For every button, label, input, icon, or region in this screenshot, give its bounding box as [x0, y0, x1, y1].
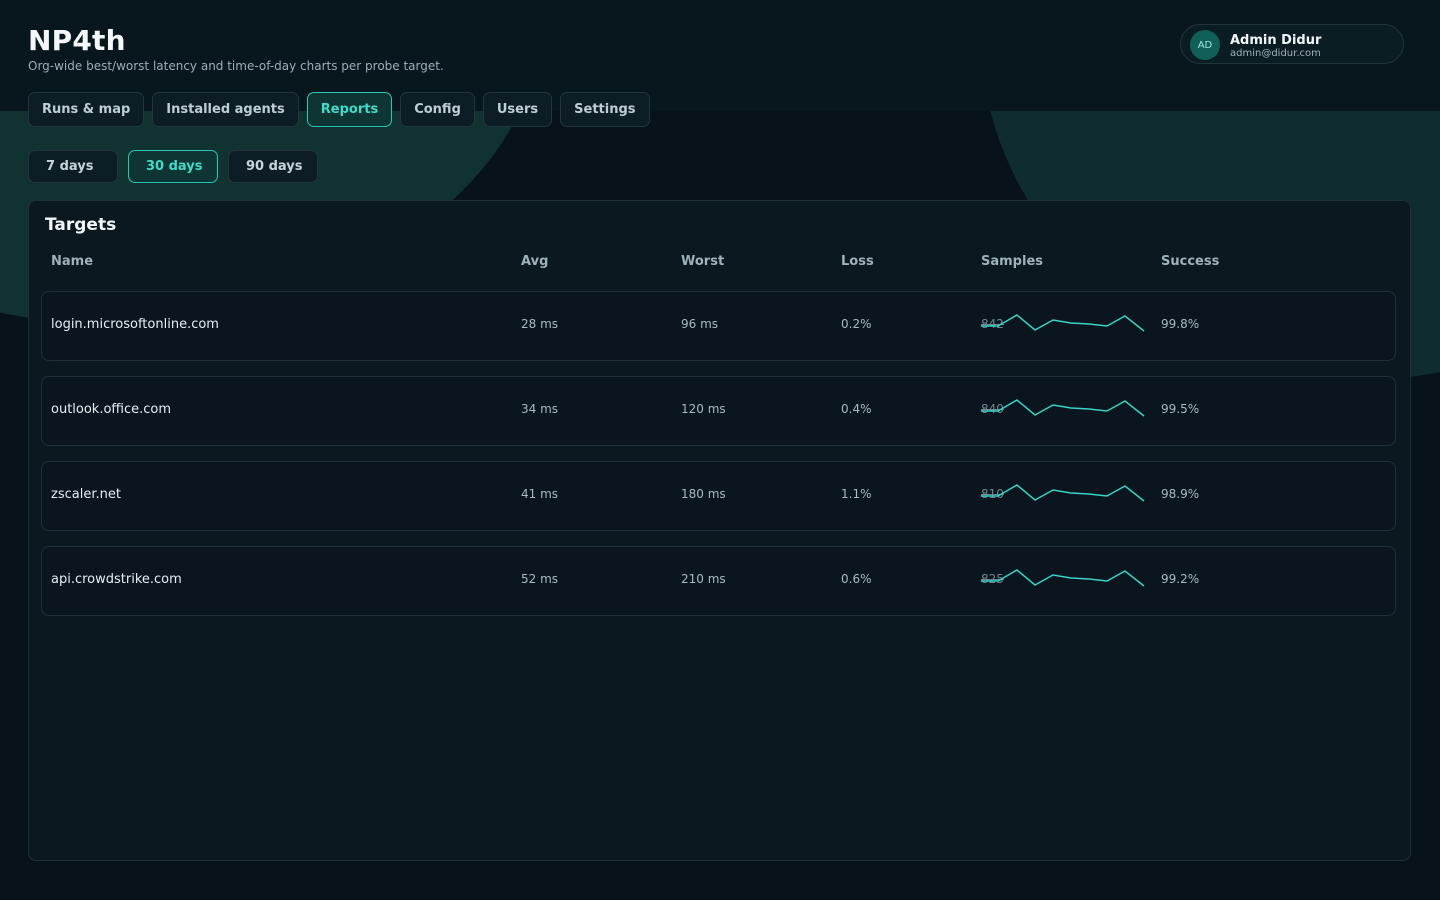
worst-latency: 96 ms [681, 317, 719, 331]
date-range-selector: 7 days 30 days 90 days [28, 150, 318, 183]
range-30-days-button[interactable]: 30 days [128, 150, 218, 183]
user-name: Admin Didur [1230, 33, 1322, 48]
avg-latency: 34 ms [521, 402, 559, 416]
avatar: AD [1190, 30, 1220, 60]
column-header-loss: Loss [841, 254, 874, 269]
sparkline-icon [981, 484, 1145, 502]
targets-title: Targets [45, 215, 117, 235]
user-email: admin@didur.com [1230, 48, 1321, 59]
column-header-samples: Samples [981, 254, 1043, 269]
tab-installed-agents[interactable]: Installed agents [152, 92, 299, 127]
packet-loss: 0.4% [841, 402, 872, 416]
success-rate: 98.9% [1161, 487, 1200, 501]
target-name: api.crowdstrike.com [51, 572, 182, 587]
targets-list: login.microsoftonline.com 28 ms 96 ms 0.… [41, 291, 1396, 631]
samples-cell: 825 [981, 566, 1151, 596]
tab-reports[interactable]: Reports [306, 92, 393, 127]
user-profile-button[interactable]: AD Admin Didur admin@didur.com [1180, 24, 1404, 64]
success-rate: 99.8% [1161, 317, 1200, 331]
sparkline-icon [981, 314, 1145, 332]
sparkline-icon [981, 399, 1145, 417]
success-rate: 99.2% [1161, 572, 1200, 586]
table-row[interactable]: api.crowdstrike.com 52 ms 210 ms 0.6% 82… [41, 546, 1396, 616]
target-name: outlook.office.com [51, 402, 172, 417]
tab-runs-map[interactable]: Runs & map [28, 92, 145, 127]
target-name: login.microsoftonline.com [51, 317, 219, 332]
column-header-avg: Avg [521, 254, 549, 269]
worst-latency: 210 ms [681, 572, 726, 586]
range-90-days-button[interactable]: 90 days [228, 150, 318, 183]
avg-latency: 52 ms [521, 572, 559, 586]
tab-config[interactable]: Config [400, 92, 475, 127]
column-header-name: Name [51, 254, 94, 269]
target-name: zscaler.net [51, 487, 121, 502]
reports-page: NP4th Org-wide best/worst latency and ti… [0, 0, 1440, 900]
samples-cell: 842 [981, 311, 1151, 341]
table-row[interactable]: outlook.office.com 34 ms 120 ms 0.4% 840… [41, 376, 1396, 446]
samples-cell: 810 [981, 481, 1151, 511]
packet-loss: 0.2% [841, 317, 872, 331]
sparkline-icon [981, 569, 1145, 587]
table-row[interactable]: login.microsoftonline.com 28 ms 96 ms 0.… [41, 291, 1396, 361]
worst-latency: 180 ms [681, 487, 726, 501]
column-header-success: Success [1161, 254, 1220, 269]
app-title: NP4th [28, 24, 126, 57]
worst-latency: 120 ms [681, 402, 726, 416]
tab-users[interactable]: Users [482, 92, 553, 127]
success-rate: 99.5% [1161, 402, 1200, 416]
table-row[interactable]: zscaler.net 41 ms 180 ms 1.1% 810 98.9% [41, 461, 1396, 531]
range-7-days-button[interactable]: 7 days [28, 150, 118, 183]
packet-loss: 1.1% [841, 487, 872, 501]
app-subtitle: Org-wide best/worst latency and time-of-… [28, 59, 444, 73]
main-tabs: Runs & map Installed agents Reports Conf… [28, 92, 650, 127]
column-header-worst: Worst [681, 254, 725, 269]
samples-cell: 840 [981, 396, 1151, 426]
packet-loss: 0.6% [841, 572, 872, 586]
tab-settings[interactable]: Settings [560, 92, 650, 127]
targets-table-header: Name Avg Worst Loss Samples Success [51, 254, 1391, 274]
avg-latency: 28 ms [521, 317, 559, 331]
targets-panel: Targets Name Avg Worst Loss Samples Succ… [28, 200, 1411, 861]
avg-latency: 41 ms [521, 487, 559, 501]
